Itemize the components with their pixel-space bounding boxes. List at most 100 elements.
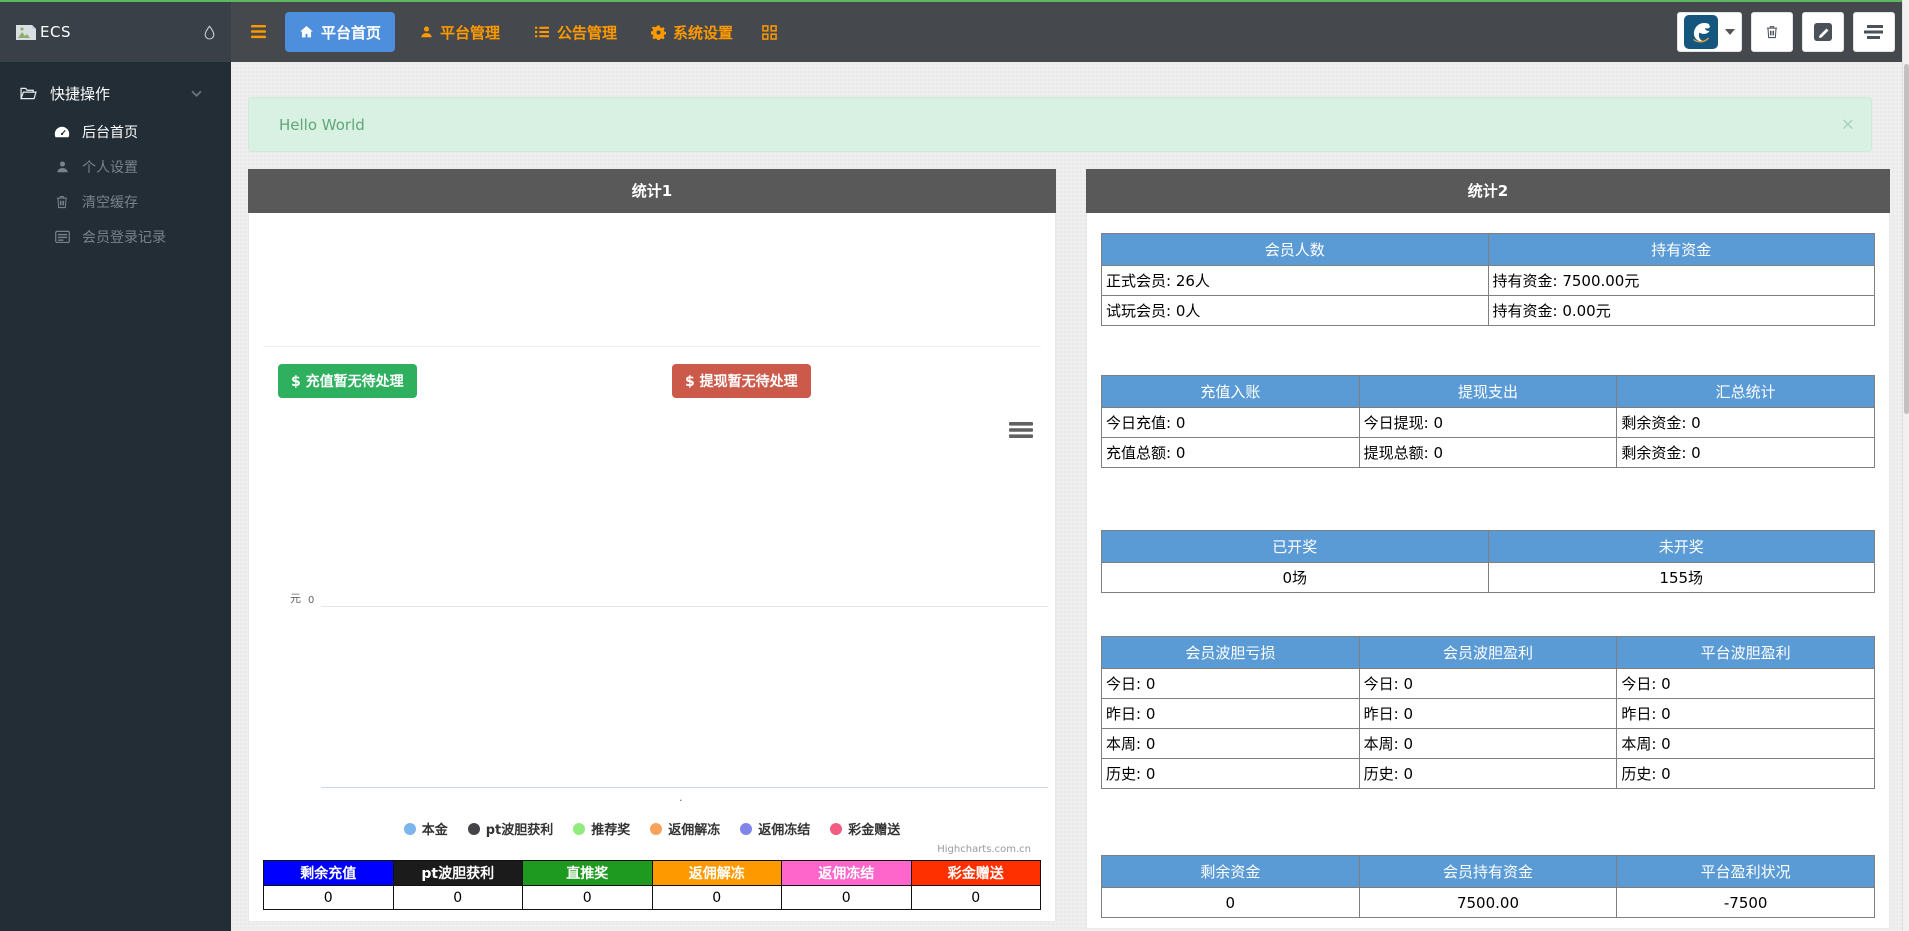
fish-logo-icon — [1684, 15, 1718, 49]
alert-close-icon[interactable]: × — [1841, 116, 1855, 133]
trash-icon — [1766, 25, 1778, 39]
caret-down-icon — [1725, 29, 1735, 35]
nav-label: 公告管理 — [557, 22, 617, 43]
brand-text: ECS — [40, 23, 71, 41]
table-cell: 剩余资金: 0 — [1617, 408, 1875, 438]
table-row: 充值总额: 0提现总额: 0剩余资金: 0 — [1102, 438, 1875, 468]
sidebar-item-member-login-log[interactable]: 会员登录记录 — [0, 219, 231, 254]
withdraw-pending-button[interactable]: $ 提现暂无待处理 — [672, 364, 811, 398]
chart-credits[interactable]: Highcharts.com.cn — [937, 844, 1031, 855]
table-row: 正式会员: 26人持有资金: 7500.00元 — [1102, 266, 1875, 296]
scrollbar-thumb[interactable] — [1904, 64, 1909, 414]
sidebar-item-clear-cache[interactable]: 清空缓存 — [0, 184, 231, 219]
tab-platform-home[interactable]: 平台首页 — [285, 12, 395, 52]
trash-button[interactable] — [1751, 12, 1793, 52]
table-header-cell: 汇总统计 — [1617, 376, 1875, 408]
bodan-profit-table: 会员波胆亏损会员波胆盈利平台波胆盈利今日: 0今日: 0今日: 0昨日: 0昨日… — [1101, 636, 1875, 789]
summary-value-cell: 0 — [523, 886, 653, 910]
tab-system-settings[interactable]: 系统设置 — [642, 12, 742, 52]
table-row: 0场155场 — [1102, 563, 1875, 593]
sidebar-section-label: 快捷操作 — [50, 83, 110, 104]
tab-platform-manage[interactable]: 平台管理 — [411, 12, 509, 52]
summary-header-cell: 直推奖 — [523, 861, 653, 886]
table-header-cell: 会员人数 — [1102, 234, 1489, 266]
chart-legend: 本金 pt波胆获利推荐奖 返佣解冻 返佣冻结 彩金赠送 — [249, 819, 1055, 838]
deposit-pending-button[interactable]: $ 充值暂无待处理 — [278, 364, 417, 398]
calendar-icon — [52, 230, 72, 243]
apps-grid-button[interactable] — [758, 12, 781, 52]
table-header-cell: 平台盈利状况 — [1617, 856, 1875, 888]
top-action-buttons — [1677, 12, 1895, 52]
chevron-down-icon — [191, 90, 202, 97]
sidebar-item-label: 会员登录记录 — [82, 227, 166, 247]
table-cell: 试玩会员: 0人 — [1102, 296, 1489, 326]
sidebar-item-label: 个人设置 — [82, 157, 138, 177]
table-header-cell: 会员波胆盈利 — [1359, 637, 1617, 669]
members-count-table: 会员人数持有资金正式会员: 26人持有资金: 7500.00元试玩会员: 0人持… — [1101, 233, 1875, 326]
deposit-withdraw-table: 充值入账提现支出汇总统计今日充值: 0今日提现: 0剩余资金: 0充值总额: 0… — [1101, 375, 1875, 468]
gear-icon — [651, 25, 666, 40]
drop-icon — [204, 25, 215, 40]
platform-funds-table: 剩余资金会员持有资金平台盈利状况07500.00-7500 — [1101, 855, 1875, 918]
table-cell: 持有资金: 0.00元 — [1488, 296, 1875, 326]
vertical-scrollbar[interactable] — [1902, 0, 1909, 931]
legend-label: pt波胆获利 — [486, 819, 554, 838]
brand-menu-button[interactable] — [1677, 12, 1742, 52]
edit-button[interactable] — [1802, 12, 1844, 52]
tab-announcement-manage[interactable]: 公告管理 — [525, 12, 626, 52]
chart-x-axis — [321, 787, 1048, 788]
table-cell: 今日: 0 — [1102, 669, 1360, 699]
table-header-cell: 会员持有资金 — [1359, 856, 1617, 888]
table-cell: 历史: 0 — [1617, 759, 1875, 789]
table-header-cell: 平台波胆盈利 — [1617, 637, 1875, 669]
summary-header-cell: pt波胆获利 — [393, 861, 523, 886]
success-alert: Hello World × — [248, 97, 1872, 152]
table-row: 今日充值: 0今日提现: 0剩余资金: 0 — [1102, 408, 1875, 438]
sidebar-item-profile-settings[interactable]: 个人设置 — [0, 149, 231, 184]
panel2-body: 会员人数持有资金正式会员: 26人持有资金: 7500.00元试玩会员: 0人持… — [1086, 213, 1890, 929]
table-cell: 今日: 0 — [1359, 669, 1617, 699]
legend-item[interactable]: 本金 — [404, 819, 448, 838]
table-header-cell: 提现支出 — [1359, 376, 1617, 408]
sidebar-toggle-button[interactable] — [250, 24, 267, 39]
summary-header-cell: 剩余充值 — [264, 861, 394, 886]
table-cell: 充值总额: 0 — [1102, 438, 1360, 468]
sidebar-item-backend-home[interactable]: 后台首页 — [0, 114, 231, 149]
table-header-cell: 未开奖 — [1488, 531, 1875, 563]
table-cell: 0 — [1102, 888, 1360, 918]
legend-item[interactable]: 返佣冻结 — [740, 819, 810, 838]
table-cell: 正式会员: 26人 — [1102, 266, 1489, 296]
table-cell: 今日提现: 0 — [1359, 408, 1617, 438]
dashboard-icon — [52, 126, 72, 138]
table-row: 本周: 0本周: 0本周: 0 — [1102, 729, 1875, 759]
legend-label: 彩金赠送 — [848, 819, 900, 838]
broken-image-icon — [16, 25, 36, 40]
loading-progress-bar — [0, 0, 1909, 2]
legend-item[interactable]: 彩金赠送 — [830, 819, 900, 838]
legend-item[interactable]: pt波胆获利 — [468, 819, 554, 838]
nav-label: 平台首页 — [321, 22, 381, 43]
sidebar-section-quick-actions[interactable]: 快捷操作 — [0, 62, 231, 114]
chart-context-menu-icon[interactable] — [1009, 421, 1033, 439]
app-logo[interactable]: ECS — [0, 2, 231, 62]
summary-value-row: 000000 — [264, 886, 1041, 910]
table-row: 昨日: 0昨日: 0昨日: 0 — [1102, 699, 1875, 729]
legend-marker — [573, 823, 585, 835]
legend-label: 返佣冻结 — [758, 819, 810, 838]
table-row: 今日: 0今日: 0今日: 0 — [1102, 669, 1875, 699]
list-menu-button[interactable] — [1853, 12, 1895, 52]
content-area: Hello World × 统计1 $ 充值暂无待处理 $ 提现暂无待处理 元 … — [231, 62, 1902, 931]
table-cell: 历史: 0 — [1102, 759, 1360, 789]
nav-label: 系统设置 — [673, 22, 733, 43]
summary-value-cell: 0 — [911, 886, 1041, 910]
legend-marker — [404, 823, 416, 835]
table-cell: 今日: 0 — [1617, 669, 1875, 699]
edit-icon — [1812, 21, 1834, 43]
stats-panel-2: 统计2 会员人数持有资金正式会员: 26人持有资金: 7500.00元试玩会员:… — [1086, 169, 1890, 929]
legend-item[interactable]: 返佣解冻 — [650, 819, 720, 838]
table-header-row: 会员人数持有资金 — [1102, 234, 1875, 266]
align-list-icon — [1864, 24, 1884, 40]
legend-item[interactable]: 推荐奖 — [573, 819, 630, 838]
sidebar-item-label: 后台首页 — [82, 122, 138, 142]
table-header-row: 充值入账提现支出汇总统计 — [1102, 376, 1875, 408]
